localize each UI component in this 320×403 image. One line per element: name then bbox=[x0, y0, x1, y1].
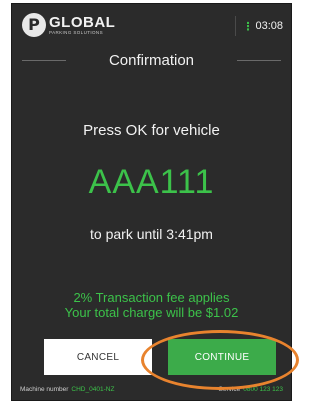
title-divider-right bbox=[237, 60, 281, 61]
brand-text: GLOBAL PARKING SOLUTIONS bbox=[49, 15, 115, 36]
kiosk-screen: GLOBAL PARKING SOLUTIONS ⋮ 03:08 Confirm… bbox=[11, 3, 292, 401]
vertical-dots-icon: ⋮ bbox=[242, 20, 254, 33]
cancel-button[interactable]: CANCEL bbox=[44, 339, 152, 375]
vehicle-plate: AAA111 bbox=[88, 163, 215, 201]
service-number: Service 0800 123 123 bbox=[219, 386, 283, 393]
total-charge-line: Your total charge will be $1.02 bbox=[64, 305, 239, 320]
title-divider-left bbox=[22, 60, 66, 61]
brand-subtitle: PARKING SOLUTIONS bbox=[49, 29, 103, 35]
machine-number: Machine number CHD_0401-NZ bbox=[20, 386, 114, 393]
fee-line: 2% Transaction fee applies bbox=[73, 290, 230, 305]
fee-notice: 2% Transaction fee applies Your total ch… bbox=[12, 290, 291, 320]
clock: ⋮ 03:08 bbox=[235, 16, 283, 36]
screenshot-frame: GLOBAL PARKING SOLUTIONS ⋮ 03:08 Confirm… bbox=[0, 0, 304, 403]
machine-number-value: CHD_0401-NZ bbox=[71, 386, 115, 393]
page-title: Confirmation bbox=[108, 51, 195, 69]
continue-button[interactable]: CONTINUE bbox=[168, 339, 276, 375]
brand-logo: GLOBAL PARKING SOLUTIONS bbox=[22, 11, 115, 39]
service-phone: 0800 123 123 bbox=[243, 386, 283, 393]
confirmation-prompt: Press OK for vehicle bbox=[83, 122, 220, 139]
machine-number-label: Machine number bbox=[20, 386, 69, 393]
park-until-text: to park until 3:41pm bbox=[90, 226, 213, 242]
brand-name: GLOBAL bbox=[49, 13, 116, 31]
parking-p-icon bbox=[22, 13, 46, 37]
title-row: Confirmation bbox=[12, 48, 291, 72]
service-label: Service bbox=[218, 386, 241, 393]
clock-time: 03:08 bbox=[255, 20, 283, 32]
